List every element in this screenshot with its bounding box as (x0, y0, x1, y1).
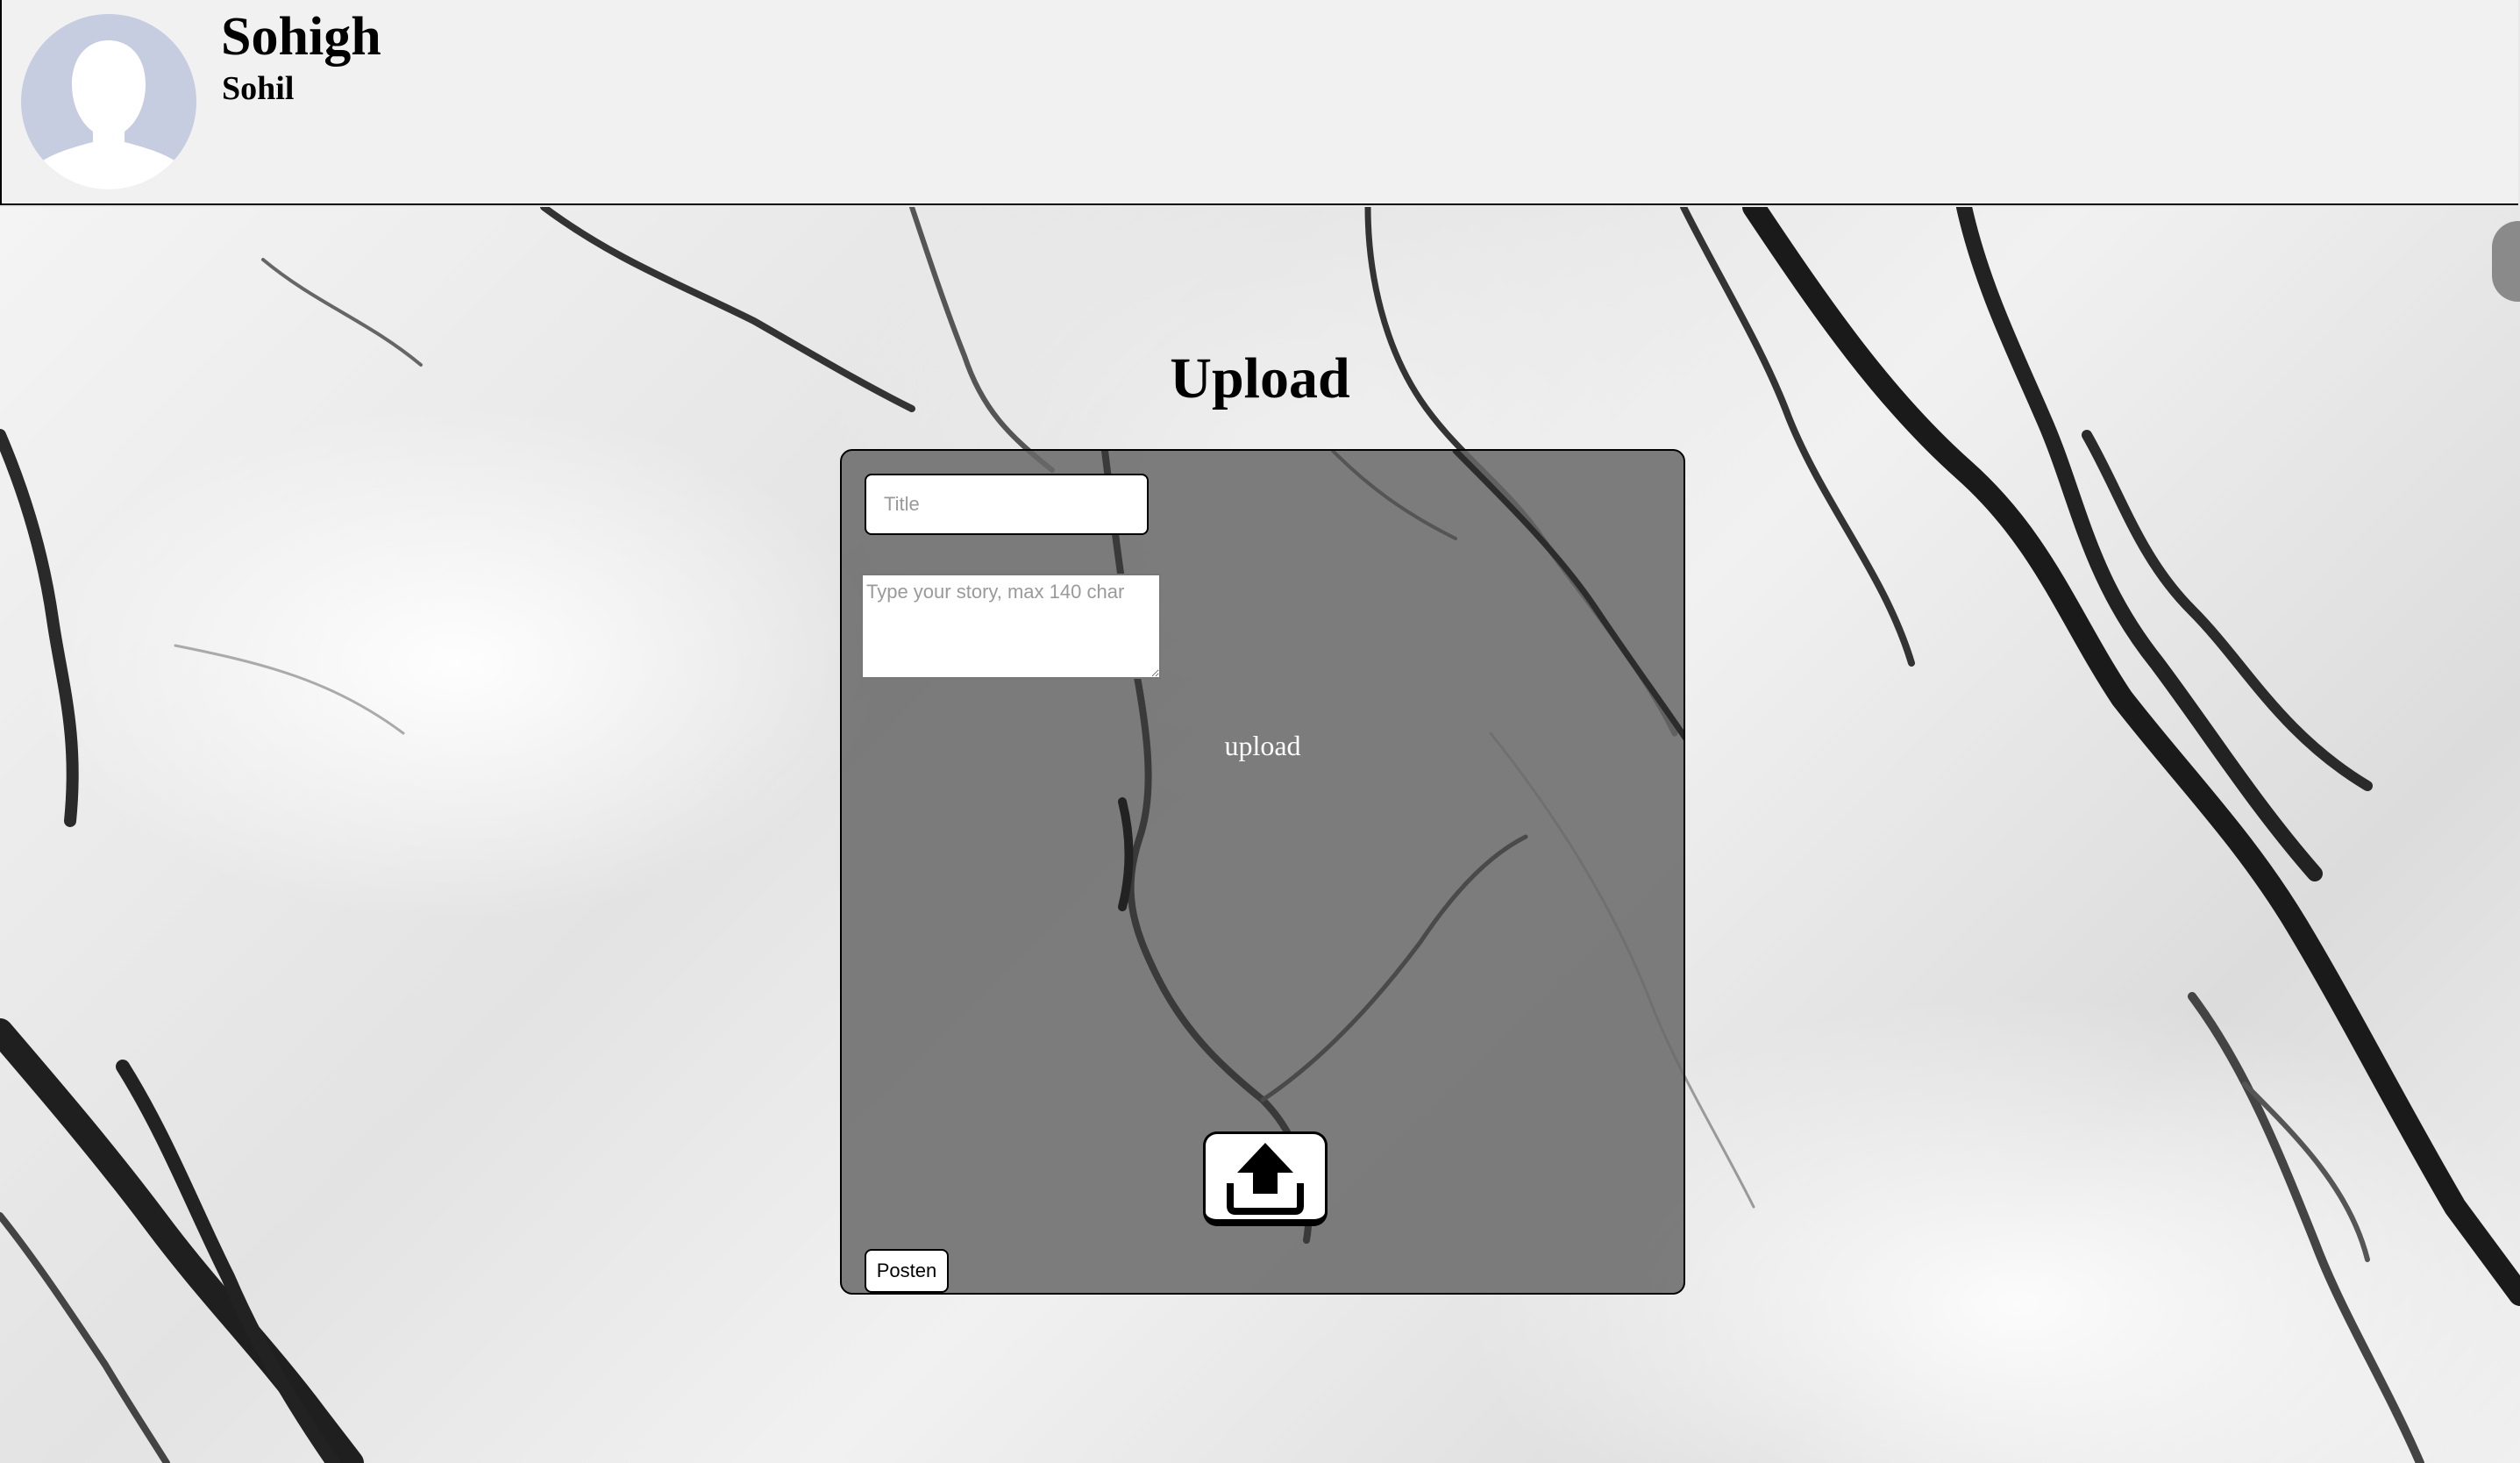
default-avatar-silhouette-icon[interactable] (21, 14, 196, 189)
upload-form-panel: upload Posten (840, 449, 1685, 1295)
upload-label: upload (1224, 730, 1301, 761)
title-input[interactable] (865, 474, 1149, 535)
page-title: Upload (1170, 346, 1350, 410)
avatar-silhouette (30, 40, 188, 189)
side-scroll-handle[interactable] (2492, 221, 2520, 302)
post-button[interactable]: Posten (865, 1249, 949, 1293)
story-textarea[interactable] (861, 574, 1161, 679)
upload-arrow-icon (1227, 1142, 1304, 1215)
profile-header: Sohigh Sohil (0, 0, 2518, 205)
profile-display-name: Sohigh (221, 7, 381, 67)
upload-file-button[interactable] (1203, 1131, 1328, 1226)
profile-username: Sohil (222, 70, 295, 107)
